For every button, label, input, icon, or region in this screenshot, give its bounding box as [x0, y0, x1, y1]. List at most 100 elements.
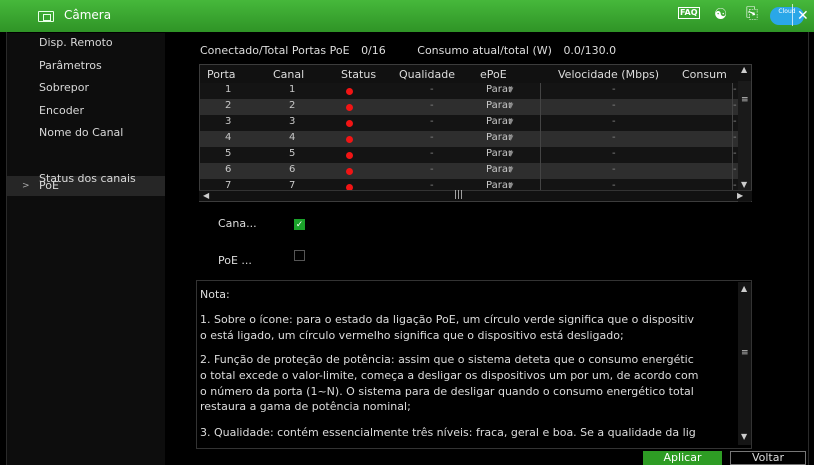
note-line: restaura a gama de potência nominal; — [200, 400, 411, 413]
scroll-down-icon[interactable]: ▼ — [741, 180, 747, 189]
cell-consumo: - — [733, 164, 737, 175]
scroll-up-icon[interactable]: ▲ — [741, 65, 747, 74]
status-dot-icon — [346, 88, 353, 95]
consumption-label: Consumo atual/total (W) — [417, 44, 552, 57]
column-header-qualidade[interactable]: Qualidade — [399, 68, 455, 81]
column-header-status[interactable]: Status — [341, 68, 376, 81]
logout-icon[interactable]: ⎘ — [746, 4, 758, 22]
sidebar-item-disp-remoto[interactable]: Disp. Remoto — [39, 36, 113, 49]
column-header-consumo[interactable]: Consum — [682, 68, 727, 81]
note-scroll-thumb-icon[interactable]: ≡ — [741, 348, 749, 358]
table-header: Porta Canal Status Qualidade ePoE Veloci… — [200, 65, 751, 83]
poe-checkbox[interactable] — [294, 250, 305, 261]
channel-option-label: Cana... — [218, 217, 257, 230]
faq-icon[interactable]: FAQ — [678, 7, 700, 19]
epoe-dropdown-arrow-icon[interactable]: ▼ — [508, 166, 513, 174]
cell-canal: 2 — [289, 100, 296, 111]
cell-divider — [732, 83, 733, 99]
cell-qualidade: - — [430, 84, 434, 95]
table-row[interactable]: 1 1- Parar - - ▼ — [200, 83, 740, 99]
sidebar-item-nome-do-canal[interactable]: Nome do Canal — [39, 126, 123, 139]
title-separator — [792, 4, 793, 26]
epoe-dropdown-arrow-icon[interactable]: ▼ — [508, 150, 513, 158]
status-dot-icon — [346, 152, 353, 159]
column-header-epoe[interactable]: ePoE — [480, 68, 507, 81]
cell-velocidade: - — [612, 148, 616, 159]
table-row[interactable]: 3 3- Parar - - ▼ — [200, 115, 740, 131]
column-header-canal[interactable]: Canal — [273, 68, 304, 81]
cell-porta: 1 — [225, 84, 232, 95]
cell-qualidade: - — [430, 100, 434, 111]
cell-consumo: - — [733, 132, 737, 143]
table-row[interactable]: 4 4- Parar - - ▼ — [200, 131, 740, 147]
cell-divider — [540, 131, 541, 147]
table-row[interactable]: 5 5- Parar - - ▼ — [200, 147, 740, 163]
table-horizontal-scrollbar[interactable]: ◀ ||| ▶ — [199, 190, 752, 201]
sidebar-item-status-dos-canais[interactable]: Status dos canais — [39, 172, 136, 185]
cell-porta: 4 — [225, 132, 232, 143]
cell-canal: 5 — [289, 148, 296, 159]
cell-canal: 6 — [289, 164, 296, 175]
connected-value: 0/16 — [361, 44, 386, 57]
epoe-dropdown-arrow-icon[interactable]: ▼ — [508, 182, 513, 190]
table-row[interactable]: 2 2- Parar - - ▼ — [200, 99, 740, 115]
cell-divider — [732, 147, 733, 163]
status-dot-icon — [346, 120, 353, 127]
cell-velocidade: - — [612, 164, 616, 175]
cell-qualidade: - — [430, 148, 434, 159]
channel-checkbox[interactable]: ✓ — [294, 219, 305, 230]
sidebar-item-parametros[interactable]: Parâmetros — [39, 59, 102, 72]
column-header-porta[interactable]: Porta — [207, 68, 236, 81]
back-button[interactable]: Voltar — [730, 451, 806, 465]
note-title: Nota: — [200, 288, 230, 301]
apply-button[interactable]: Aplicar — [643, 451, 722, 465]
note-scroll-up-icon[interactable]: ▲ — [741, 284, 747, 293]
scroll-thumb-icon[interactable]: ≡ — [741, 95, 749, 105]
sidebar: > Disp. Remoto Parâmetros Sobrepor Encod… — [7, 33, 165, 465]
cell-divider — [540, 147, 541, 163]
note-line: o total excede o valor-limite, começa a … — [200, 369, 699, 382]
note-line: 3. Qualidade: contém essencialmente três… — [200, 426, 696, 439]
cell-velocidade: - — [612, 84, 616, 95]
cell-divider — [540, 83, 541, 99]
note-scroll-down-icon[interactable]: ▼ — [741, 432, 747, 441]
note-scrollbar[interactable]: ▲ ≡ ▼ — [738, 282, 751, 445]
sidebar-item-sobrepor[interactable]: Sobrepor — [39, 81, 89, 94]
cell-divider — [732, 99, 733, 115]
cell-divider — [540, 99, 541, 115]
epoe-dropdown-arrow-icon[interactable]: ▼ — [508, 86, 513, 94]
scroll-right-icon[interactable]: ▶ — [737, 191, 743, 200]
cell-canal: 1 — [289, 84, 296, 95]
cell-consumo: - — [733, 148, 737, 159]
cell-consumo: - — [733, 100, 737, 111]
cell-consumo: - — [733, 84, 737, 95]
cell-divider — [732, 115, 733, 131]
epoe-dropdown-arrow-icon[interactable]: ▼ — [508, 118, 513, 126]
cell-consumo: - — [733, 116, 737, 127]
table-row[interactable]: 6 6- Parar - - ▼ — [200, 163, 740, 179]
chevron-right-icon: > — [22, 181, 30, 191]
cell-qualidade: - — [430, 164, 434, 175]
cell-porta: 3 — [225, 116, 232, 127]
epoe-dropdown-arrow-icon[interactable]: ▼ — [508, 102, 513, 110]
scroll-left-icon[interactable]: ◀ — [203, 191, 209, 200]
column-header-velocidade[interactable]: Velocidade (Mbps) — [558, 68, 659, 81]
note-line: o está ligado, um círculo vermelho signi… — [200, 329, 624, 342]
title-bar: Câmera FAQ ☯ ⎘ Cloud ✕ — [0, 0, 814, 32]
hscroll-thumb-icon[interactable]: ||| — [454, 190, 463, 200]
cell-canal: 3 — [289, 116, 296, 127]
user-icon[interactable]: ☯ — [714, 5, 727, 23]
close-icon[interactable]: ✕ — [797, 8, 809, 24]
poe-summary: Conectado/Total Portas PoE 0/16 Consumo … — [200, 44, 616, 57]
note-line: 2. Função de proteção de potência: assim… — [200, 353, 694, 366]
cell-divider — [732, 163, 733, 179]
sidebar-item-encoder[interactable]: Encoder — [39, 104, 84, 117]
table-vertical-scrollbar[interactable]: ▲ ≡ ▼ — [738, 65, 751, 202]
cell-divider — [540, 115, 541, 131]
note-line: 1. Sobre o ícone: para o estado da ligaç… — [200, 313, 695, 326]
epoe-dropdown-arrow-icon[interactable]: ▼ — [508, 134, 513, 142]
cell-divider — [732, 131, 733, 147]
cell-divider — [540, 163, 541, 179]
cell-porta: 5 — [225, 148, 232, 159]
cell-porta: 6 — [225, 164, 232, 175]
